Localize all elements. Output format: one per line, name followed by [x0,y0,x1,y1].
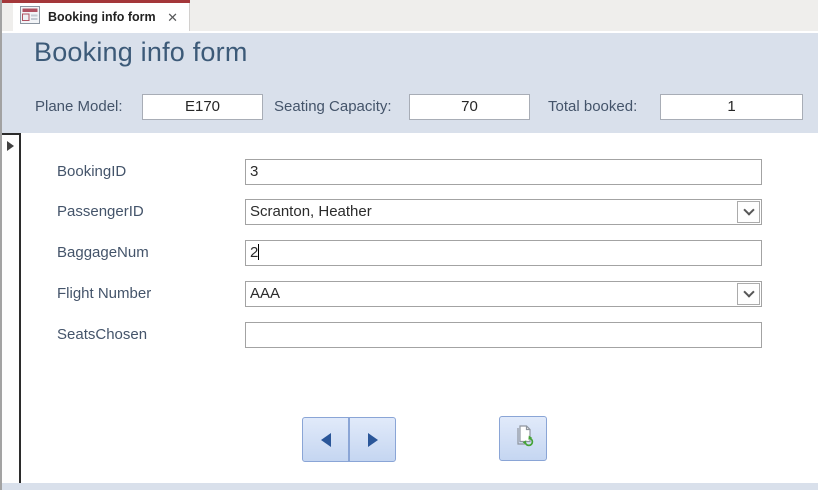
field-row: BookingID 3 [2,159,818,185]
seatschosen-field[interactable] [245,322,762,348]
seating-capacity-field[interactable]: 70 [409,94,530,120]
field-row: BaggageNum 2 [2,240,818,266]
next-record-arrow-icon [368,433,378,447]
form-header: Booking info form Plane Model: E170 Seat… [2,33,818,133]
bookingid-label: BookingID [57,159,126,185]
field-row: SeatsChosen [2,322,818,348]
access-form-window: Booking info form ✕ Booking info form Pl… [0,0,818,490]
passengerid-dropdown-button[interactable] [737,201,760,223]
document-tab-bar: Booking info form ✕ [2,0,818,33]
flight-number-combo[interactable]: AAA [245,281,762,307]
refresh-record-button[interactable] [499,416,547,461]
total-booked-field[interactable]: 1 [660,94,803,120]
text-caret [258,244,259,260]
form-icon [20,6,40,29]
tab-booking-info-form[interactable]: Booking info form ✕ [13,3,190,31]
chevron-down-icon [743,204,754,215]
passengerid-combo[interactable]: Scranton, Heather [245,199,762,225]
tab-close-icon[interactable]: ✕ [164,11,181,24]
tab-title: Booking info form [48,10,164,24]
passengerid-label: PassengerID [57,199,144,225]
seating-capacity-label: Seating Capacity: [274,94,392,120]
baggagenum-field[interactable]: 2 [245,240,762,266]
refresh-record-icon [511,424,535,453]
plane-model-label: Plane Model: [35,94,123,120]
flight-number-dropdown-button[interactable] [737,283,760,305]
baggagenum-label: BaggageNum [57,240,149,266]
field-row: PassengerID Scranton, Heather [2,199,818,225]
previous-record-button[interactable] [302,417,349,462]
total-booked-label: Total booked: [548,94,637,120]
seatschosen-label: SeatsChosen [57,322,147,348]
next-record-button[interactable] [349,417,396,462]
chevron-down-icon [743,286,754,297]
field-row: Flight Number AAA [2,281,818,307]
form-detail-section: BookingID 3 PassengerID Scranton, Heathe… [2,133,818,483]
bookingid-field[interactable]: 3 [245,159,762,185]
flight-number-label: Flight Number [57,281,151,307]
record-selector-bar[interactable] [2,133,21,483]
previous-record-arrow-icon [321,433,331,447]
form-footer-strip [2,483,818,490]
plane-model-field[interactable]: E170 [142,94,263,120]
form-title: Booking info form [34,37,248,68]
current-record-icon [7,141,14,151]
